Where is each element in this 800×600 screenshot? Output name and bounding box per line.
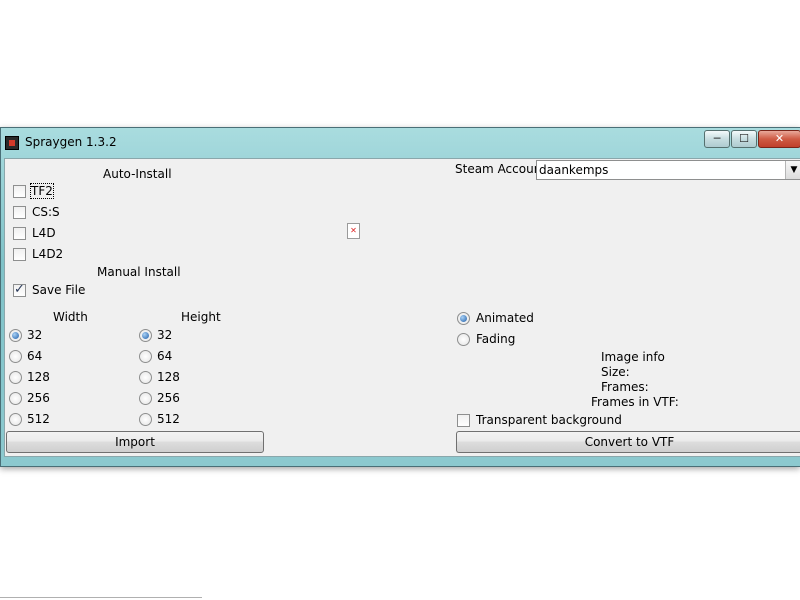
image-info-heading: Image info — [601, 350, 665, 364]
tf2-label[interactable]: TF2 — [30, 183, 54, 199]
width-label-256[interactable]: 256 — [27, 391, 50, 405]
height-label-64[interactable]: 64 — [157, 349, 172, 363]
animated-label[interactable]: Animated — [476, 311, 534, 325]
width-label-512[interactable]: 512 — [27, 412, 50, 426]
frames-in-vtf-label: Frames in VTF: — [591, 395, 679, 409]
height-radio-256[interactable] — [139, 392, 152, 405]
width-radio-32[interactable] — [9, 329, 22, 342]
width-radio-64[interactable] — [9, 350, 22, 363]
window-title: Spraygen 1.3.2 — [25, 135, 117, 149]
manual-install-heading: Manual Install — [97, 265, 181, 279]
width-label-64[interactable]: 64 — [27, 349, 42, 363]
fading-radio[interactable] — [457, 333, 470, 346]
app-icon — [5, 136, 19, 150]
auto-install-heading: Auto-Install — [103, 167, 172, 181]
width-label-32[interactable]: 32 — [27, 328, 42, 342]
save-file-checkbox[interactable] — [13, 282, 26, 297]
height-radio-512[interactable] — [139, 413, 152, 426]
css-label[interactable]: CS:S — [32, 205, 60, 219]
maximize-button[interactable]: ☐ — [731, 130, 757, 148]
spraygen-window: Spraygen 1.3.2 ─ ☐ ✕ Auto-Install TF2 CS… — [0, 127, 800, 467]
import-button[interactable]: Import — [6, 431, 264, 453]
height-label-32[interactable]: 32 — [157, 328, 172, 342]
height-label-512[interactable]: 512 — [157, 412, 180, 426]
steam-account-dropdown[interactable]: daankemps ▼ — [536, 160, 800, 180]
width-radio-128[interactable] — [9, 371, 22, 384]
steam-account-label: Steam Account — [455, 162, 547, 176]
minimize-button[interactable]: ─ — [704, 130, 730, 148]
fading-label[interactable]: Fading — [476, 332, 515, 346]
dropdown-arrow-icon[interactable]: ▼ — [785, 161, 800, 179]
height-heading: Height — [181, 310, 221, 324]
l4d2-label[interactable]: L4D2 — [32, 247, 63, 261]
steam-account-value: daankemps — [539, 163, 609, 177]
height-radio-64[interactable] — [139, 350, 152, 363]
height-radio-128[interactable] — [139, 371, 152, 384]
background-divider — [0, 597, 202, 598]
width-heading: Width — [53, 310, 88, 324]
save-file-label[interactable]: Save File — [32, 283, 85, 297]
transparent-background-checkbox[interactable] — [457, 414, 470, 427]
title-bar[interactable]: Spraygen 1.3.2 ─ ☐ ✕ — [1, 128, 800, 158]
height-label-128[interactable]: 128 — [157, 370, 180, 384]
tf2-checkbox[interactable] — [13, 185, 26, 198]
convert-to-vtf-button[interactable]: Convert to VTF — [456, 431, 800, 453]
client-area: Auto-Install TF2 CS:S L4D L4D2 Manual In… — [4, 158, 800, 457]
l4d2-checkbox[interactable] — [13, 248, 26, 261]
width-radio-256[interactable] — [9, 392, 22, 405]
css-checkbox[interactable] — [13, 206, 26, 219]
width-radio-512[interactable] — [9, 413, 22, 426]
height-label-256[interactable]: 256 — [157, 391, 180, 405]
l4d-checkbox[interactable] — [13, 227, 26, 240]
animated-radio[interactable] — [457, 312, 470, 325]
close-button[interactable]: ✕ — [758, 130, 800, 148]
l4d-label[interactable]: L4D — [32, 226, 56, 240]
width-label-128[interactable]: 128 — [27, 370, 50, 384]
height-radio-32[interactable] — [139, 329, 152, 342]
transparent-background-label[interactable]: Transparent background — [476, 413, 622, 427]
image-size-label: Size: — [601, 365, 630, 379]
image-frames-label: Frames: — [601, 380, 649, 394]
broken-image-icon: ✕ — [347, 223, 360, 239]
